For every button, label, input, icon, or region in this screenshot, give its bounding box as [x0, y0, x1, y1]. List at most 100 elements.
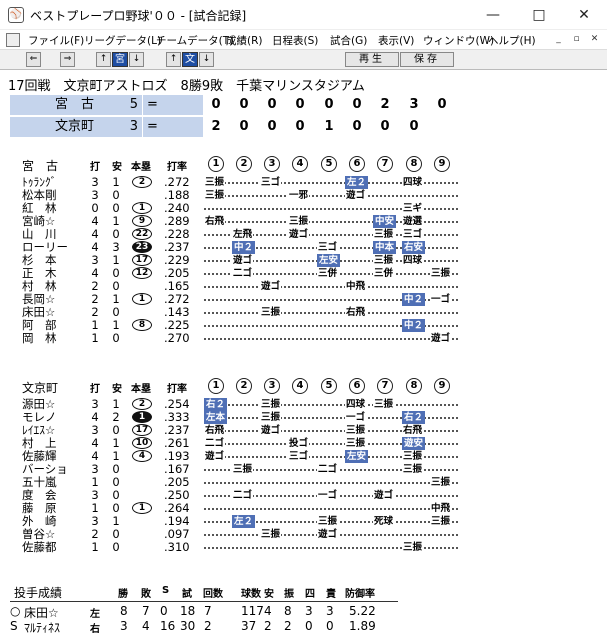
menu-window[interactable]: ウィンドウ(W): [423, 33, 494, 48]
play-button[interactable]: 再生: [345, 52, 399, 67]
pitcher-name: ﾏﾙﾃｨﾈｽ: [24, 621, 61, 635]
pitcher-stat-g: 30: [180, 619, 196, 633]
inning-header: 4: [292, 378, 308, 394]
at-bat-result: 四球: [345, 398, 367, 411]
inning-header: 2: [236, 378, 252, 394]
at-bat-result: 中２: [402, 293, 426, 306]
previous-game-button[interactable]: ⇐: [26, 52, 41, 67]
at-bat-result: 三振: [260, 306, 282, 319]
save-button[interactable]: 保存: [400, 52, 454, 67]
mdi-close-button[interactable]: ✕: [588, 33, 601, 46]
col-header-hr: 本塁: [131, 162, 151, 173]
pitching-col-header: 球数: [241, 589, 261, 600]
pitcher-stat-h: 4: [264, 604, 272, 618]
at-bat-result: 右２: [204, 398, 228, 411]
player-hr-count: 1: [132, 411, 152, 423]
at-bat-result: 右安: [402, 241, 426, 254]
pitching-col-header: 四: [305, 589, 315, 600]
linescore-inning-cell: 0: [437, 97, 447, 112]
at-bat-result: 右飛: [402, 424, 424, 437]
pitcher-stat-l: 7: [142, 604, 150, 618]
at-bat-result: 三ゴ: [288, 450, 310, 463]
pitcher-stat-pitches: 117: [241, 604, 264, 618]
pitcher-row[interactable]: S ﾏﾙﾃｨﾈｽ右 3 4 16 30 2 37 2 2 0 0 1.89: [0, 619, 607, 635]
menu-team-data[interactable]: チームデータ(T): [156, 33, 233, 48]
team2-down-button[interactable]: ↓: [199, 52, 214, 67]
team2-selector[interactable]: 文: [182, 52, 198, 67]
game-record-view: 17回戦 文京町アストロズ 8勝9敗 千葉マリンスタジアム 宮 古 5 = 0 0 0 0 0…: [0, 71, 607, 640]
at-bat-result: 一ゴ: [345, 411, 367, 424]
document-icon[interactable]: [6, 33, 20, 47]
menu-view[interactable]: 表示(V): [378, 33, 414, 48]
at-bat-result: 三振: [373, 254, 395, 267]
at-bat-result: 左安: [345, 450, 369, 463]
at-bat-result: 中飛: [430, 502, 452, 515]
close-button[interactable]: ✕: [561, 0, 607, 30]
at-bat-result: 遊選: [402, 215, 424, 228]
inning-header: 5: [321, 378, 337, 394]
at-bat-result: 右２: [402, 411, 426, 424]
menu-league-data[interactable]: リーグデータ(L): [84, 33, 161, 48]
pitcher-row[interactable]: ○ 床田☆ 左 8 7 0 18 7 117 4 8 3 3 5.22: [0, 604, 607, 620]
at-bat-result: 三ギ: [402, 202, 424, 215]
at-bat-result: 左安: [317, 254, 341, 267]
at-bat-result: 三振: [204, 189, 226, 202]
team1-up-button[interactable]: ↑: [96, 52, 111, 67]
pitcher-stat-er: 0: [326, 619, 334, 633]
at-bat-dotted-line: [204, 338, 458, 340]
at-bat-result: 左２: [232, 515, 256, 528]
linescore-row: 宮 古 5 = 0 0 0 0 0 0 2 3 0: [10, 95, 540, 115]
col-header-ab: 打: [90, 384, 100, 395]
at-bat-result: 右飛: [204, 215, 226, 228]
pitcher-stat-er: 3: [326, 604, 334, 618]
at-bat-result: 中２: [232, 241, 256, 254]
at-bat-result: 二ゴ: [232, 489, 254, 502]
next-game-button[interactable]: ⇒: [60, 52, 75, 67]
pitcher-stat-k: 8: [284, 604, 292, 618]
menu-help[interactable]: ヘルプ(H): [488, 33, 536, 48]
pitcher-stat-pitches: 37: [241, 619, 257, 633]
at-bat-result: 遊ゴ: [373, 489, 395, 502]
pitching-divider: [10, 601, 398, 602]
linescore-separator: =: [143, 117, 203, 137]
at-bat-result: 遊ゴ: [317, 528, 339, 541]
mdi-minimize-button[interactable]: _: [552, 33, 565, 46]
player-row[interactable]: 佐藤都 1 0 .310 三振: [0, 541, 607, 554]
col-header-ab: 打: [90, 162, 100, 173]
at-bat-result: 四球: [402, 254, 424, 267]
at-bat-result: 三振: [373, 398, 395, 411]
menu-stats[interactable]: 成績(R): [226, 33, 263, 48]
at-bat-dotted-line: [204, 286, 458, 288]
at-bat-result: 中安: [373, 215, 397, 228]
menu-schedule[interactable]: 日程表(S): [272, 33, 318, 48]
minimize-button[interactable]: —: [470, 0, 516, 30]
linescore-inning-cell: 0: [295, 97, 305, 112]
at-bat-result: 中飛: [345, 280, 367, 293]
team1-selector[interactable]: 宮: [112, 52, 128, 67]
player-hr-count: 12: [132, 267, 152, 279]
linescore-inning-cell: 0: [239, 97, 249, 112]
at-bat-result: 三ゴ: [402, 228, 424, 241]
at-bat-result: 三振: [345, 437, 367, 450]
player-row[interactable]: 岡 林 1 0 .270 遊ゴ: [0, 332, 607, 345]
maximize-button[interactable]: □: [516, 0, 562, 30]
at-bat-result: 左飛: [232, 228, 254, 241]
player-avg: .310: [164, 540, 190, 554]
menu-file[interactable]: ファイル(F): [28, 33, 84, 48]
linescore-inning-cell: 0: [211, 97, 221, 112]
at-bat-result: 三ゴ: [317, 241, 339, 254]
at-bat-result: 三振: [402, 541, 424, 554]
pitcher-stat-s: 0: [160, 604, 168, 618]
pitcher-stat-era: 5.22: [349, 604, 376, 618]
mdi-restore-button[interactable]: ▫: [570, 33, 583, 46]
linescore-team: 宮 古 5: [10, 95, 142, 115]
menu-game[interactable]: 試合(G): [330, 33, 367, 48]
at-bat-result: 遊ゴ: [345, 189, 367, 202]
inning-header: 3: [264, 378, 280, 394]
inning-header: 1: [208, 156, 224, 172]
inning-header: 7: [377, 378, 393, 394]
team2-up-button[interactable]: ↑: [166, 52, 181, 67]
home-team-title: 文京町: [22, 381, 59, 395]
linescore-team-name: 文京町: [55, 119, 95, 134]
team1-down-button[interactable]: ↓: [129, 52, 144, 67]
